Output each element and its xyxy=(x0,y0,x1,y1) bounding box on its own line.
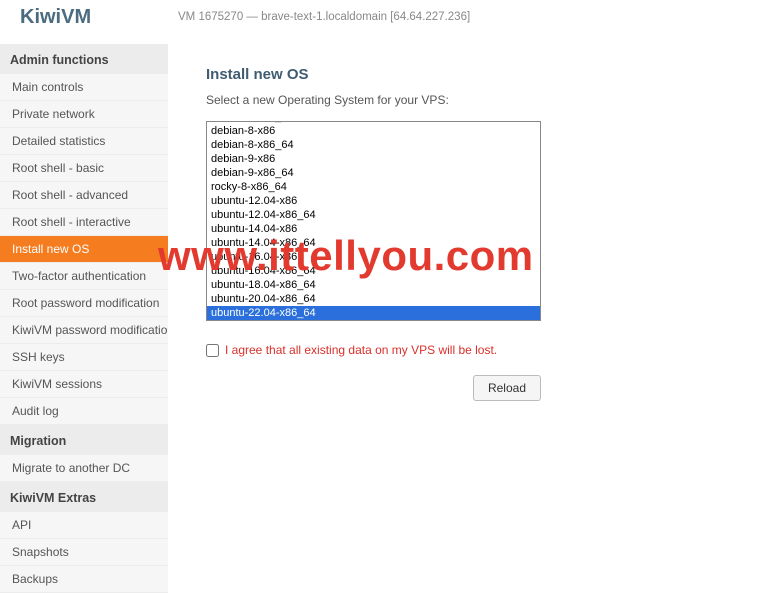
os-option[interactable]: ubuntu-22.04-x86_64 xyxy=(207,306,540,320)
page-title: Install new OS xyxy=(206,66,750,83)
os-option[interactable]: ubuntu-16.04-x86 xyxy=(207,250,540,264)
sidebar-item[interactable]: Root password modification xyxy=(0,290,168,317)
sidebar-item[interactable]: API xyxy=(0,512,168,539)
os-select-listbox[interactable]: debian-7-x86_64debian-8-x86debian-8-x86_… xyxy=(206,121,541,321)
sidebar-item[interactable]: Main controls xyxy=(0,74,168,101)
agree-label: I agree that all existing data on my VPS… xyxy=(225,343,497,357)
brand-logo: KiwiVM xyxy=(20,6,178,29)
os-option[interactable]: ubuntu-18.04-x86_64 xyxy=(207,278,540,292)
content-area: Install new OS Select a new Operating Sy… xyxy=(168,44,780,593)
vm-info-text: VM 1675270 — brave-text-1.localdomain [6… xyxy=(178,11,470,23)
os-option[interactable]: ubuntu-14.04-x86 xyxy=(207,222,540,236)
instruction-text: Select a new Operating System for your V… xyxy=(206,93,750,107)
agree-checkbox[interactable] xyxy=(206,344,219,357)
os-option[interactable]: debian-9-x86_64 xyxy=(207,166,540,180)
os-option[interactable]: debian-8-x86_64 xyxy=(207,138,540,152)
os-option[interactable]: ubuntu-16.04-x86_64 xyxy=(207,264,540,278)
sidebar: Admin functionsMain controlsPrivate netw… xyxy=(0,44,168,593)
sidebar-item[interactable]: KiwiVM password modification xyxy=(0,317,168,344)
reload-button[interactable]: Reload xyxy=(473,375,541,401)
os-option[interactable]: debian-8-x86 xyxy=(207,124,540,138)
os-option[interactable]: ubuntu-12.04-x86_64 xyxy=(207,208,540,222)
os-option[interactable]: ubuntu-14.04-x86_64 xyxy=(207,236,540,250)
sidebar-item[interactable]: SSH keys xyxy=(0,344,168,371)
sidebar-item[interactable]: Two-factor authentication xyxy=(0,263,168,290)
sidebar-item[interactable]: Backups xyxy=(0,566,168,593)
sidebar-item[interactable]: Root shell - basic xyxy=(0,155,168,182)
sidebar-item[interactable]: Audit log xyxy=(0,398,168,425)
sidebar-item[interactable]: Root shell - interactive xyxy=(0,209,168,236)
sidebar-header: Admin functions xyxy=(0,44,168,74)
os-option[interactable]: rocky-8-x86_64 xyxy=(207,180,540,194)
sidebar-item[interactable]: Install new OS xyxy=(0,236,168,263)
sidebar-item[interactable]: Root shell - advanced xyxy=(0,182,168,209)
os-option[interactable]: ubuntu-20.04-x86_64 xyxy=(207,292,540,306)
sidebar-item[interactable]: Snapshots xyxy=(0,539,168,566)
sidebar-header: KiwiVM Extras xyxy=(0,482,168,512)
sidebar-item[interactable]: Detailed statistics xyxy=(0,128,168,155)
sidebar-item[interactable]: Private network xyxy=(0,101,168,128)
sidebar-item[interactable]: Migrate to another DC xyxy=(0,455,168,482)
sidebar-header: Migration xyxy=(0,425,168,455)
sidebar-item[interactable]: KiwiVM sessions xyxy=(0,371,168,398)
os-option[interactable]: debian-9-x86 xyxy=(207,152,540,166)
os-option[interactable]: ubuntu-12.04-x86 xyxy=(207,194,540,208)
